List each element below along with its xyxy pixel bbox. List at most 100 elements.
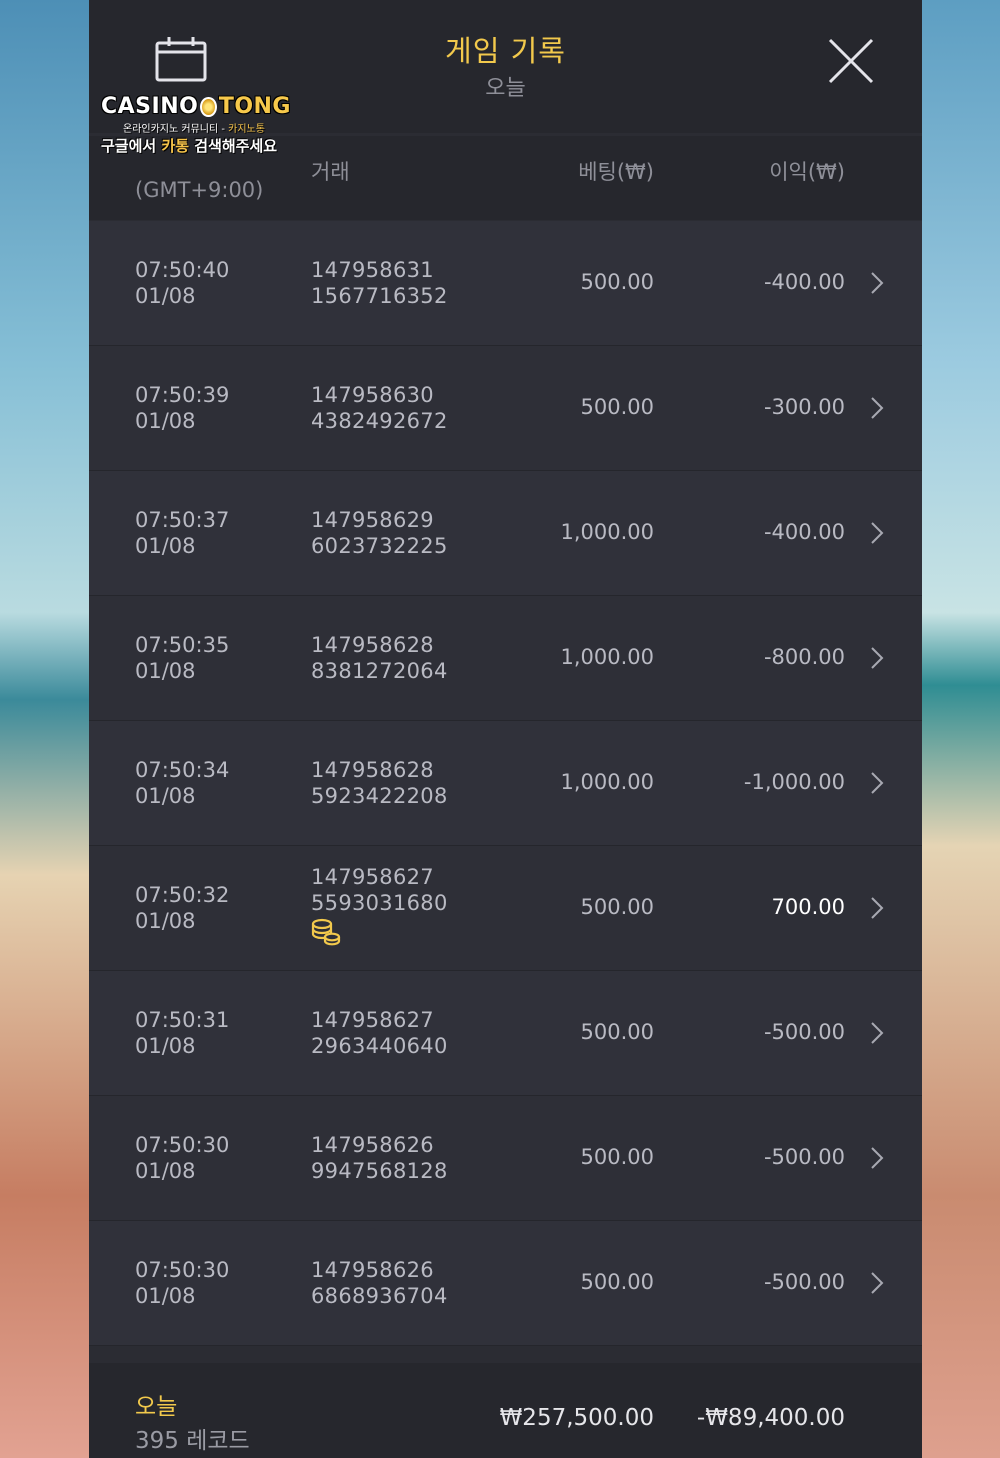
row-transaction: 147958626 6868936704 [311,1257,448,1309]
row-time: 07:50:40 01/08 [135,257,229,309]
transaction-id: 5923422208 [311,784,448,808]
time-value: 07:50:35 [135,633,230,657]
date-value: 01/08 [135,659,196,683]
chevron-right-icon[interactable] [870,396,884,420]
transaction-id: 9947568128 [311,1159,448,1183]
row-transaction: 147958627 5593031680 [311,864,448,946]
row-bet: 500.00 [580,1270,654,1294]
date-value: 01/08 [135,1284,196,1308]
table-row[interactable]: 07:50:30 01/08 147958626 6868936704 500.00… [89,1221,922,1346]
row-transaction: 147958627 2963440640 [311,1007,448,1059]
logo-search-text-end: 검색해주세요 [189,137,278,155]
date-value: 01/08 [135,409,196,433]
row-time: 07:50:30 01/08 [135,1132,229,1184]
chevron-right-icon[interactable] [870,896,884,920]
row-profit: -400.00 [763,520,845,544]
chevron-right-icon[interactable] [870,271,884,295]
row-bet: 1,000.00 [560,520,654,544]
column-header-time: (GMT+9:00) [135,178,264,202]
background-right [922,0,1000,1458]
chevron-right-icon[interactable] [870,771,884,795]
transaction-id: 5593031680 [311,891,448,915]
transaction-id: 2963440640 [311,1034,448,1058]
row-profit: -500.00 [763,1145,845,1169]
row-transaction: 147958628 8381272064 [311,632,448,684]
time-value: 07:50:40 [135,258,230,282]
table-row[interactable]: 07:50:30 01/08 147958626 9947568128 500.00… [89,1096,922,1221]
logo-search-text: 구글에서 [101,137,162,155]
summary-period-label: 오늘 [135,1394,178,1420]
chevron-right-icon[interactable] [870,521,884,545]
row-time: 07:50:39 01/08 [135,382,229,434]
date-value: 01/08 [135,909,196,933]
chip-icon [200,96,217,117]
logo-text-casino: CASINO [101,94,199,119]
row-bet: 1,000.00 [560,645,654,669]
history-list: 07:50:40 01/08 147958631 1567716352 500.00… [89,221,922,1346]
table-row[interactable]: 07:50:32 01/08 147958627 5593031680 500.0… [89,846,922,971]
time-value: 07:50:31 [135,1008,230,1032]
round-id: 147958629 [311,508,434,532]
table-row[interactable]: 07:50:34 01/08 147958628 5923422208 1,000.… [89,721,922,846]
time-value: 07:50:37 [135,508,230,532]
coins-icon [311,918,341,946]
close-icon[interactable] [828,38,874,84]
chevron-right-icon[interactable] [870,646,884,670]
transaction-id: 8381272064 [311,659,448,683]
table-row[interactable]: 07:50:39 01/08 147958630 4382492672 500.00… [89,346,922,471]
column-header-profit: 이익(₩) [769,160,845,184]
row-bet: 1,000.00 [560,770,654,794]
row-bet: 500.00 [580,395,654,419]
table-row[interactable]: 07:50:37 01/08 147958629 6023732225 1,000.… [89,471,922,596]
logo-tagline-brand: 카지노통 [228,124,265,135]
row-time: 07:50:34 01/08 [135,757,229,809]
background-left [0,0,90,1458]
date-value: 01/08 [135,1034,196,1058]
row-bet: 500.00 [580,895,654,919]
round-id: 147958628 [311,633,434,657]
row-profit: -500.00 [763,1270,845,1294]
time-value: 07:50:30 [135,1133,230,1157]
round-id: 147958630 [311,383,434,407]
chevron-right-icon[interactable] [870,1271,884,1295]
page-title: 게임 기록 [445,34,566,68]
row-profit: -300.00 [763,395,845,419]
round-id: 147958627 [311,1008,434,1032]
row-transaction: 147958626 9947568128 [311,1132,448,1184]
row-profit: -1,000.00 [743,770,845,794]
transaction-id: 6023732225 [311,534,448,558]
row-bet: 500.00 [580,1020,654,1044]
table-row[interactable]: 07:50:40 01/08 147958631 1567716352 500.00… [89,221,922,346]
record-count: 395 레코드 [135,1428,250,1454]
time-value: 07:50:30 [135,1258,230,1282]
date-value: 01/08 [135,284,196,308]
row-profit: -500.00 [763,1020,845,1044]
time-value: 07:50:39 [135,383,230,407]
chevron-right-icon[interactable] [870,1146,884,1170]
row-transaction: 147958631 1567716352 [311,257,448,309]
row-time: 07:50:31 01/08 [135,1007,229,1059]
table-row[interactable]: 07:50:35 01/08 147958628 8381272064 1,000.… [89,596,922,721]
round-id: 147958631 [311,258,434,282]
row-time: 07:50:30 01/08 [135,1257,229,1309]
row-bet: 500.00 [580,270,654,294]
column-header-bet: 베팅(₩) [578,160,654,184]
time-value: 07:50:34 [135,758,230,782]
row-profit: 700.00 [771,895,845,919]
row-bet: 500.00 [580,1145,654,1169]
row-transaction: 147958629 6023732225 [311,507,448,559]
row-profit: -800.00 [763,645,845,669]
table-row[interactable]: 07:50:31 01/08 147958627 2963440640 500.00… [89,971,922,1096]
logo-search-brand: 카통 [161,137,190,155]
chevron-right-icon[interactable] [870,1021,884,1045]
column-header-transaction: 거래 [311,160,350,184]
round-id: 147958626 [311,1258,434,1282]
date-value: 01/08 [135,784,196,808]
row-time: 07:50:35 01/08 [135,632,229,684]
date-value: 01/08 [135,1159,196,1183]
row-profit: -400.00 [763,270,845,294]
time-value: 07:50:32 [135,883,230,907]
logo-text-tong: TONG [218,94,291,119]
game-history-panel: 게임 기록 오늘 (GMT+9:00) 거래 베팅(₩) 이익(₩) CASIN… [89,0,922,1458]
transaction-id: 4382492672 [311,409,448,433]
